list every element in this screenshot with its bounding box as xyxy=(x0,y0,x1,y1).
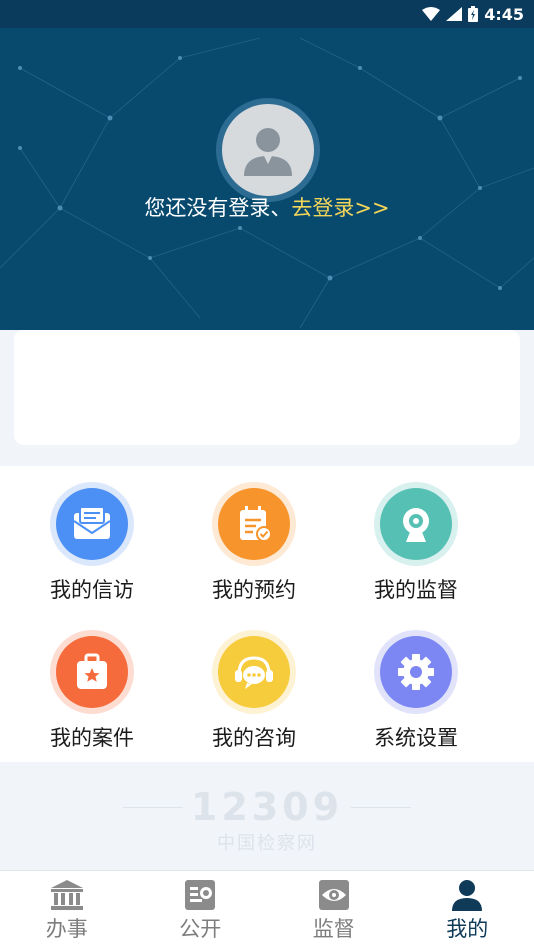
tab-mine[interactable]: 我的 xyxy=(401,871,534,950)
signal-icon xyxy=(446,7,463,21)
grid-item-cases[interactable]: 我的案件 xyxy=(22,630,162,752)
grid-item-label: 我的预约 xyxy=(212,578,296,602)
status-bar: 4:45 xyxy=(0,0,534,28)
wifi-icon xyxy=(422,7,441,21)
grid-item-settings[interactable]: 系统设置 xyxy=(346,630,486,752)
watermark-number: 12309 xyxy=(122,785,412,829)
tab-supervise[interactable]: 监督 xyxy=(267,871,401,950)
icon-halo xyxy=(374,482,458,566)
avatar[interactable] xyxy=(222,104,314,196)
battery-icon xyxy=(468,6,479,22)
tab-label: 办事 xyxy=(45,917,88,941)
grid-item-consult[interactable]: 我的咨询 xyxy=(184,630,324,752)
grid-item-label: 我的咨询 xyxy=(212,726,296,750)
icon-halo xyxy=(374,630,458,714)
status-time: 4:45 xyxy=(484,4,524,24)
tab-label: 我的 xyxy=(446,917,489,941)
tab-public[interactable]: 公开 xyxy=(134,871,268,950)
bottom-tab-bar: 办事 公开 监督 我的 xyxy=(0,870,534,950)
profile-header: 您还没有登录、去登录>> xyxy=(0,28,534,330)
chat-headset-icon xyxy=(218,636,290,708)
user-silhouette-icon xyxy=(244,128,292,176)
grid-item-label: 我的监督 xyxy=(374,578,458,602)
login-prompt-text: 您还没有登录、 xyxy=(144,196,292,220)
watermark: 12309 中国检察网 xyxy=(0,785,534,855)
bank-icon xyxy=(50,880,83,910)
login-link[interactable]: 去登录>> xyxy=(291,196,389,220)
grid-item-supervision[interactable]: 我的监督 xyxy=(346,482,486,604)
calendar-check-icon xyxy=(218,488,290,560)
info-card xyxy=(14,330,520,445)
grid-item-label: 系统设置 xyxy=(374,726,458,750)
icon-halo xyxy=(212,630,296,714)
tab-label: 监督 xyxy=(312,917,355,941)
feature-grid: 我的信访 我的预约 我的监督 我的案件 我的咨询 系统设置 xyxy=(0,466,534,762)
login-prompt-line: 您还没有登录、去登录>> xyxy=(0,192,534,222)
tab-services[interactable]: 办事 xyxy=(0,871,134,950)
case-icon xyxy=(56,636,128,708)
eye-icon xyxy=(318,880,349,910)
grid-item-label: 我的信访 xyxy=(50,578,134,602)
grid-item-label: 我的案件 xyxy=(50,726,134,750)
watermark-text: 中国检察网 xyxy=(217,833,317,854)
avatar-ring[interactable] xyxy=(216,98,320,202)
icon-halo xyxy=(212,482,296,566)
tab-label: 公开 xyxy=(179,917,222,941)
icon-halo xyxy=(50,630,134,714)
envelope-icon xyxy=(56,488,128,560)
document-icon xyxy=(185,880,216,910)
user-icon xyxy=(452,880,483,911)
gear-icon xyxy=(380,636,452,708)
grid-item-letters[interactable]: 我的信访 xyxy=(22,482,162,604)
webcam-icon xyxy=(380,488,452,560)
icon-halo xyxy=(50,482,134,566)
grid-item-appointments[interactable]: 我的预约 xyxy=(184,482,324,604)
